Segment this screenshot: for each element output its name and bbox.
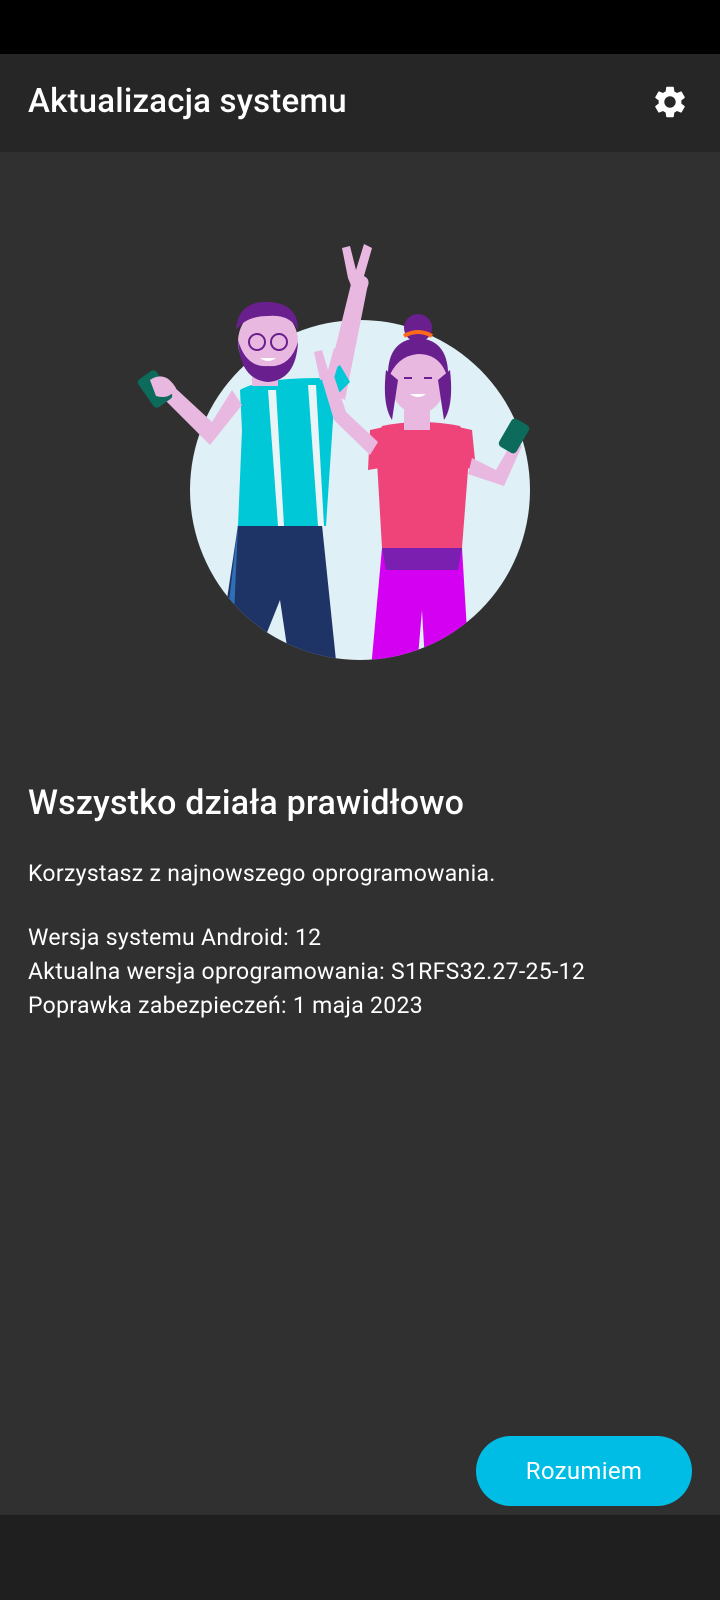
status-headline: Wszystko działa prawidłowo bbox=[28, 783, 465, 823]
page-title: Aktualizacja systemu bbox=[28, 82, 347, 121]
ok-button[interactable]: Rozumiem bbox=[476, 1436, 692, 1506]
software-version-text: Aktualna wersja oprogramowania: S1RFS32.… bbox=[28, 958, 586, 985]
security-patch-text: Poprawka zabezpieczeń: 1 maja 2023 bbox=[28, 992, 423, 1019]
two-people-celebrating-illustration bbox=[137, 244, 530, 660]
navigation-bar bbox=[0, 1515, 720, 1600]
system-info: Wersja systemu Android: 12 Aktualna wers… bbox=[28, 921, 585, 1023]
app-bar: Aktualizacja systemu bbox=[0, 54, 720, 152]
status-bar bbox=[0, 0, 720, 54]
android-version-text: Wersja systemu Android: 12 bbox=[28, 924, 322, 951]
status-subtitle: Korzystasz z najnowszego oprogramowania. bbox=[28, 860, 496, 887]
settings-button[interactable] bbox=[648, 80, 692, 124]
gear-icon bbox=[655, 86, 685, 118]
